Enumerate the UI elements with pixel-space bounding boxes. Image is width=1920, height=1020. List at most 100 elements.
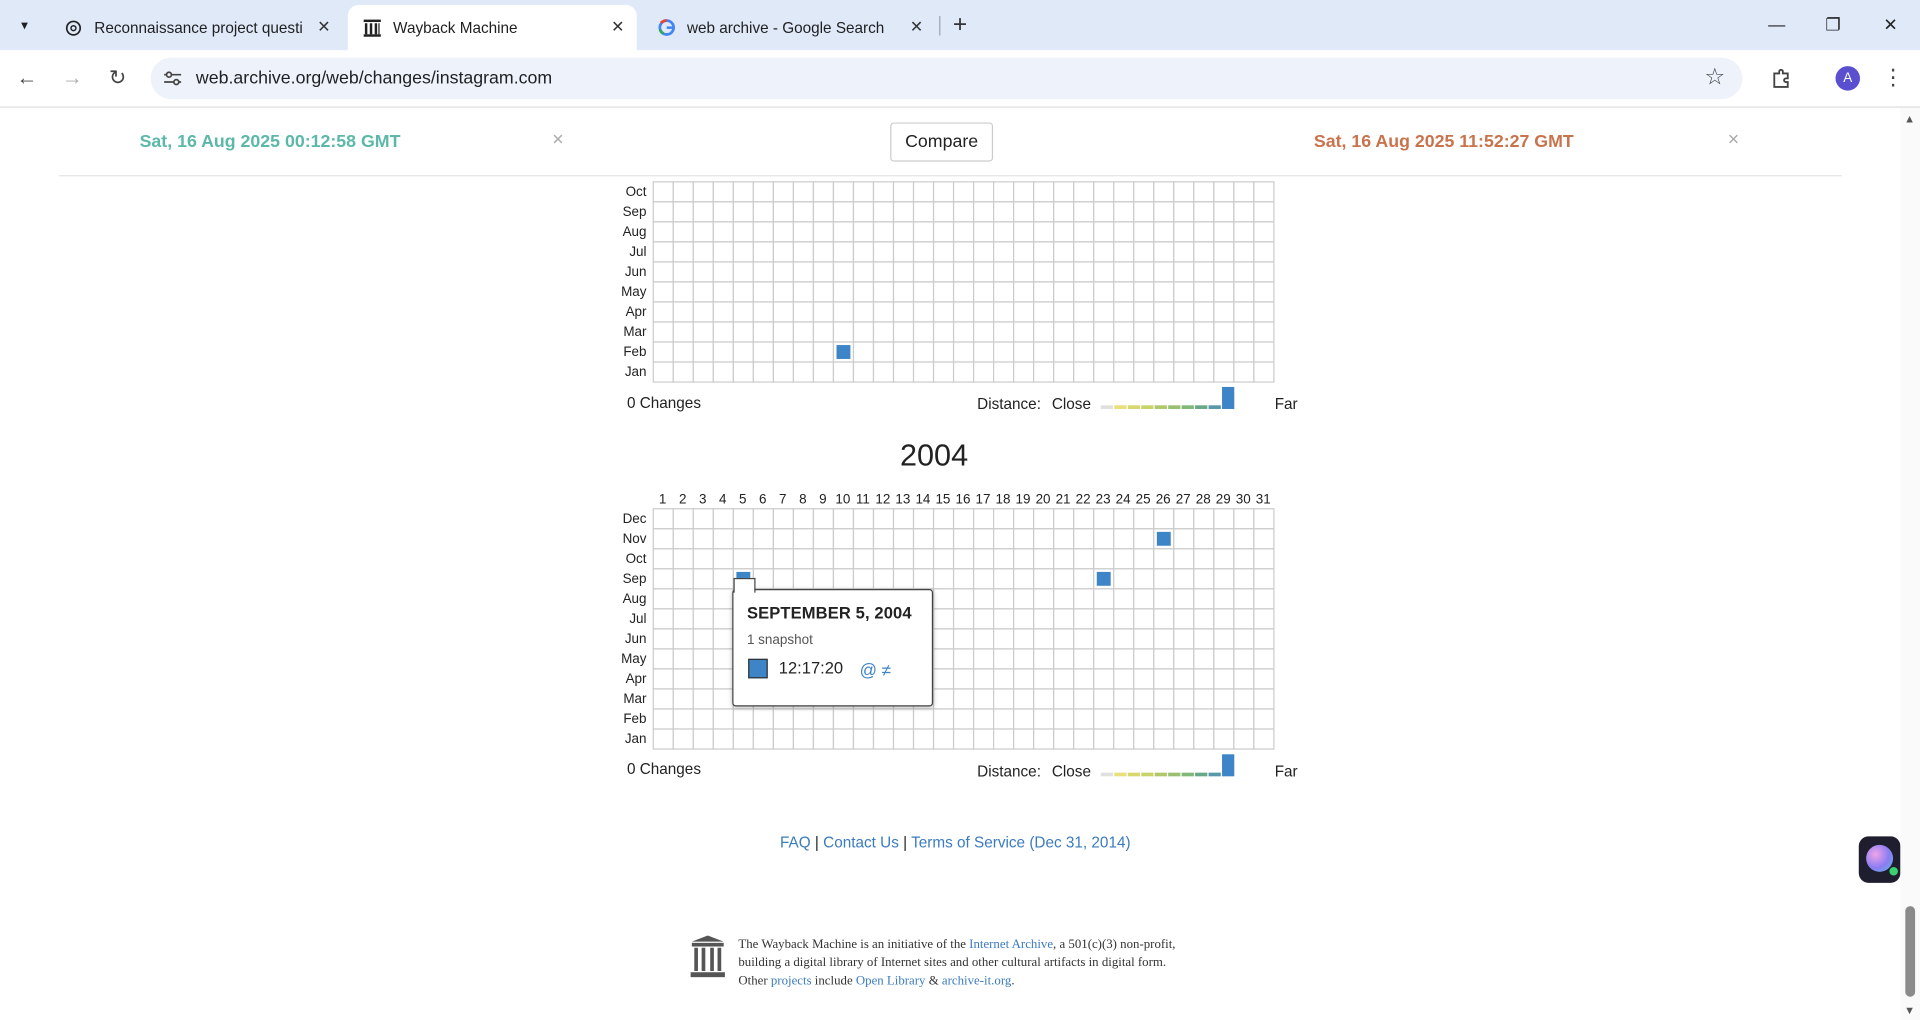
calendar-day-cell[interactable]: [932, 528, 955, 550]
calendar-day-cell[interactable]: [1013, 568, 1035, 590]
calendar-day-cell[interactable]: [692, 628, 714, 650]
calendar-day-cell[interactable]: [1073, 728, 1095, 750]
calendar-day-cell[interactable]: [972, 201, 995, 223]
calendar-day-cell[interactable]: [672, 668, 694, 690]
calendar-day-cell[interactable]: [1213, 321, 1235, 343]
calendar-day-cell[interactable]: [1193, 181, 1215, 203]
calendar-day-cell[interactable]: [752, 281, 775, 303]
right-snapshot-date[interactable]: Sat, 16 Aug 2025 11:52:27 GMT: [1314, 132, 1574, 152]
calendar-day-cell[interactable]: [932, 568, 955, 590]
calendar-day-cell[interactable]: [1033, 341, 1055, 363]
calendar-day-cell[interactable]: [993, 548, 1015, 570]
back-arrow-icon[interactable]: ←: [12, 64, 41, 93]
tab-close-icon[interactable]: ✕: [611, 17, 624, 37]
calendar-day-cell[interactable]: [752, 341, 775, 363]
calendar-day-cell[interactable]: [852, 261, 875, 283]
calendar-day-cell[interactable]: [652, 568, 674, 590]
calendar-day-cell[interactable]: [1133, 708, 1155, 730]
calendar-day-cell[interactable]: [1133, 321, 1155, 343]
calendar-day-cell[interactable]: [652, 201, 674, 223]
calendar-day-cell[interactable]: [752, 241, 775, 263]
archive-it-link[interactable]: archive-it.org: [942, 975, 1011, 988]
calendar-day-cell[interactable]: [932, 648, 955, 670]
calendar-day-cell[interactable]: [993, 321, 1015, 343]
calendar-day-cell[interactable]: [1033, 528, 1055, 550]
calendar-day-cell[interactable]: [1173, 548, 1195, 570]
calendar-day-cell[interactable]: [1213, 688, 1235, 710]
calendar-day-cell[interactable]: [932, 668, 955, 690]
calendar-day-cell[interactable]: [732, 181, 754, 203]
calendar-day-cell[interactable]: [1173, 688, 1195, 710]
calendar-day-cell[interactable]: [1073, 301, 1095, 323]
calendar-day-cell[interactable]: [952, 568, 975, 590]
calendar-day-cell[interactable]: [1033, 361, 1055, 383]
calendar-day-cell[interactable]: [1093, 241, 1115, 263]
calendar-day-cell[interactable]: [912, 361, 935, 383]
calendar-day-cell[interactable]: [772, 221, 795, 243]
calendar-day-cell[interactable]: [972, 181, 995, 203]
calendar-day-cell[interactable]: [1013, 341, 1035, 363]
calendar-day-cell[interactable]: [732, 261, 754, 283]
calendar-day-cell[interactable]: [1053, 301, 1075, 323]
calendar-day-cell[interactable]: [993, 668, 1015, 690]
calendar-day-cell[interactable]: [1113, 548, 1135, 570]
calendar-day-cell[interactable]: [1173, 341, 1195, 363]
calendar-day-cell[interactable]: [832, 201, 855, 223]
calendar-day-cell[interactable]: [1073, 281, 1095, 303]
calendar-day-cell[interactable]: [1033, 281, 1055, 303]
calendar-day-cell[interactable]: [1213, 201, 1235, 223]
calendar-day-cell[interactable]: [652, 321, 674, 343]
calendar-day-cell[interactable]: [1173, 708, 1195, 730]
calendar-day-cell[interactable]: [792, 241, 815, 263]
calendar-day-cell[interactable]: [1013, 361, 1035, 383]
calendar-day-cell[interactable]: [652, 588, 674, 610]
calendar-day-cell[interactable]: [892, 548, 915, 570]
calendar-day-cell[interactable]: [1093, 361, 1115, 383]
calendar-day-cell[interactable]: [1193, 688, 1215, 710]
calendar-day-cell[interactable]: [872, 301, 895, 323]
calendar-day-cell[interactable]: [1213, 648, 1235, 670]
scroll-up-arrow-icon[interactable]: ▲: [1904, 113, 1915, 125]
calendar-day-cell[interactable]: [972, 221, 995, 243]
calendar-day-cell[interactable]: [1233, 588, 1255, 610]
calendar-day-cell[interactable]: [652, 668, 674, 690]
calendar-day-cell[interactable]: [812, 568, 835, 590]
calendar-day-cell[interactable]: [1013, 321, 1035, 343]
calendar-day-cell[interactable]: [812, 341, 835, 363]
calendar-day-cell[interactable]: [1133, 301, 1155, 323]
calendar-day-cell[interactable]: [1073, 321, 1095, 343]
calendar-day-cell[interactable]: [652, 608, 674, 630]
calendar-day-cell[interactable]: [1253, 221, 1275, 243]
calendar-day-cell[interactable]: [1133, 668, 1155, 690]
calendar-day-cell[interactable]: [1073, 361, 1095, 383]
calendar-day-cell[interactable]: [712, 361, 734, 383]
calendar-day-cell[interactable]: [1033, 221, 1055, 243]
calendar-day-cell[interactable]: [672, 568, 694, 590]
calendar-day-cell[interactable]: [872, 528, 895, 550]
calendar-day-cell[interactable]: [972, 708, 995, 730]
calendar-day-cell[interactable]: [1153, 728, 1175, 750]
calendar-day-cell[interactable]: [892, 708, 915, 730]
calendar-day-cell[interactable]: [932, 301, 955, 323]
calendar-day-cell[interactable]: [912, 221, 935, 243]
calendar-day-cell[interactable]: [1213, 548, 1235, 570]
calendar-day-cell[interactable]: [772, 508, 795, 530]
calendar-day-cell[interactable]: [692, 261, 714, 283]
calendar-day-cell[interactable]: [1133, 181, 1155, 203]
calendar-day-cell[interactable]: [892, 728, 915, 750]
calendar-day-cell[interactable]: [993, 648, 1015, 670]
calendar-day-cell[interactable]: [752, 181, 775, 203]
calendar-day-cell[interactable]: [972, 628, 995, 650]
calendar-day-cell[interactable]: [812, 361, 835, 383]
calendar-day-cell[interactable]: [892, 181, 915, 203]
calendar-day-cell[interactable]: [752, 708, 775, 730]
calendar-day-cell[interactable]: [1233, 728, 1255, 750]
calendar-day-cell[interactable]: [852, 281, 875, 303]
bookmark-star-icon[interactable]: ☆: [1704, 64, 1725, 92]
calendar-day-cell[interactable]: [892, 221, 915, 243]
calendar-day-cell[interactable]: [1213, 508, 1235, 530]
calendar-day-cell[interactable]: [1133, 341, 1155, 363]
calendar-day-cell[interactable]: [852, 361, 875, 383]
calendar-day-cell[interactable]: [832, 548, 855, 570]
calendar-day-cell[interactable]: [732, 301, 754, 323]
